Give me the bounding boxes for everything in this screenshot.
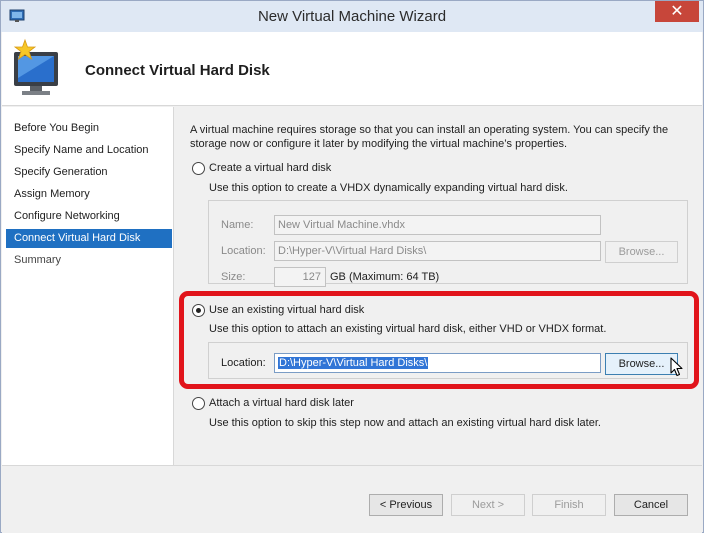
name-label: Name: — [221, 219, 254, 231]
page-title: Connect Virtual Hard Disk — [85, 62, 270, 79]
attach-later-description: Use this option to skip this step now an… — [209, 417, 601, 429]
create-vhd-radio[interactable] — [192, 162, 205, 175]
create-vhd-group: Name: New Virtual Machine.vhdx Location:… — [208, 200, 688, 287]
nav-item-specify-name-location[interactable]: Specify Name and Location — [6, 141, 172, 160]
create-location-label: Location: — [221, 245, 266, 257]
nav-item-specify-generation[interactable]: Specify Generation — [6, 163, 172, 182]
size-label: Size: — [221, 271, 246, 283]
intro-text: A virtual machine requires storage so th… — [190, 124, 669, 150]
create-location-field[interactable]: D:\Hyper-V\Virtual Hard Disks\ — [274, 241, 601, 261]
wizard-header: Connect Virtual Hard Disk — [2, 32, 702, 106]
create-vhd-label[interactable]: Create a virtual hard disk — [209, 162, 331, 174]
nav-item-configure-networking[interactable]: Configure Networking — [6, 207, 172, 226]
wizard-window: New Virtual Machine Wizard ✕ Connect Vir… — [0, 0, 704, 533]
size-unit-label: GB (Maximum: 64 TB) — [330, 271, 440, 283]
window-title: New Virtual Machine Wizard — [257, 8, 447, 25]
close-button[interactable]: ✕ — [655, 1, 699, 22]
create-browse-button[interactable]: Browse... — [605, 241, 678, 263]
next-button[interactable]: Next > — [451, 494, 525, 516]
wizard-content: A virtual machine requires storage so th… — [175, 107, 702, 465]
wizard-footer: < Previous Next > Finish Cancel — [2, 465, 702, 533]
previous-button[interactable]: < Previous — [369, 494, 443, 516]
monitor-star-icon — [13, 38, 58, 95]
attach-later-label[interactable]: Attach a virtual hard disk later — [209, 397, 354, 409]
nav-item-connect-virtual-hard-disk[interactable]: Connect Virtual Hard Disk — [6, 229, 172, 248]
title-bar[interactable]: New Virtual Machine Wizard ✕ — [1, 1, 703, 32]
nav-item-before-you-begin[interactable]: Before You Begin — [6, 119, 172, 138]
mouse-pointer-icon — [670, 357, 683, 377]
size-field[interactable]: 127 — [274, 267, 326, 287]
finish-button[interactable]: Finish — [532, 494, 606, 516]
vhd-name-field[interactable]: New Virtual Machine.vhdx — [274, 215, 601, 235]
wizard-steps-sidebar: Before You Begin Specify Name and Locati… — [2, 107, 174, 465]
close-icon: ✕ — [670, 3, 684, 20]
attach-later-radio[interactable] — [192, 397, 205, 410]
create-vhd-description: Use this option to create a VHDX dynamic… — [209, 182, 568, 194]
nav-item-summary[interactable]: Summary — [6, 251, 172, 270]
cancel-button[interactable]: Cancel — [614, 494, 688, 516]
nav-item-assign-memory[interactable]: Assign Memory — [6, 185, 172, 204]
red-highlight-annotation — [179, 291, 699, 389]
